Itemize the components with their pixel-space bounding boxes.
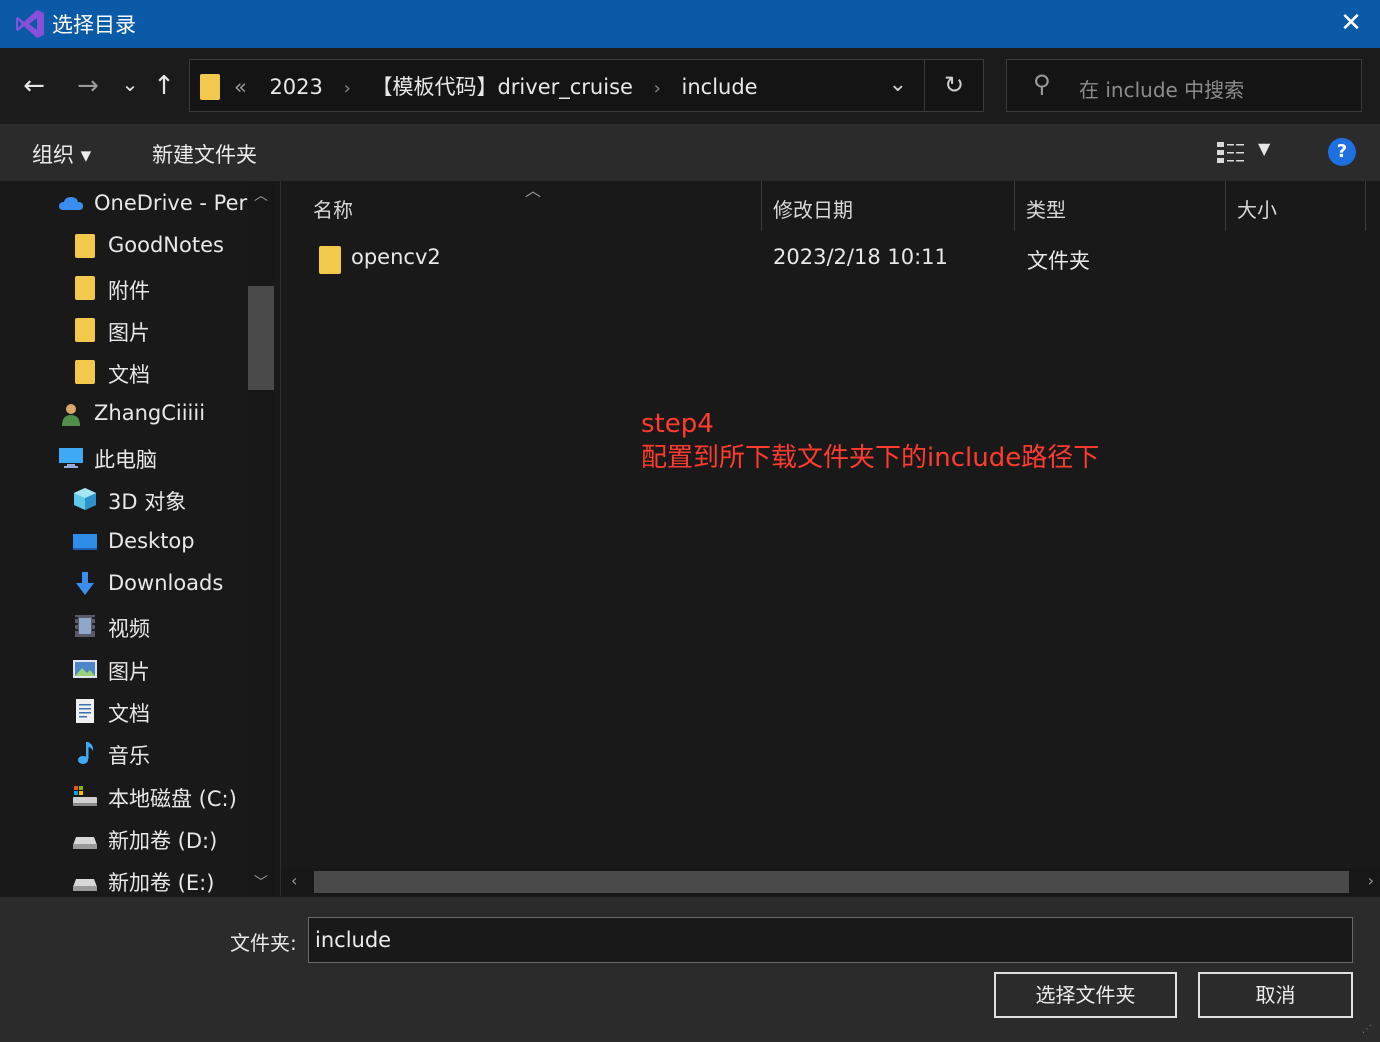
desktop-icon	[73, 534, 97, 550]
drive-icon	[73, 837, 97, 849]
folder-field-label: 文件夹:	[230, 931, 297, 955]
title-bar: 选择目录 ✕	[0, 0, 1380, 48]
folder-icon	[72, 317, 98, 343]
search-placeholder[interactable]: 在 include 中搜索	[1079, 74, 1244, 103]
column-header-size[interactable]: 大小	[1225, 181, 1365, 231]
column-divider[interactable]	[1365, 181, 1366, 231]
help-icon[interactable]: ?	[1328, 138, 1356, 166]
folder-name-input[interactable]	[308, 917, 1353, 963]
resize-grip-icon[interactable]: ⋰	[1362, 1024, 1376, 1038]
view-options-icon[interactable]	[1216, 139, 1246, 165]
breadcrumb-overflow[interactable]: «	[234, 75, 247, 99]
cloud-icon	[59, 197, 83, 210]
scroll-right-icon[interactable]: ›	[1368, 871, 1374, 890]
breadcrumb-item[interactable]: 2023	[269, 75, 322, 99]
annotation-instruction: 配置到所下载文件夹下的include路径下	[641, 443, 1100, 473]
refresh-icon[interactable]: ↻	[924, 60, 983, 111]
folder-icon	[72, 359, 98, 385]
folder-icon	[200, 74, 220, 100]
navigation-bar: ← → ⌄ ↑ « › 2023 › 【模板代码】driver_cruise ›…	[0, 48, 1380, 125]
address-dropdown-icon[interactable]: ⌄	[889, 72, 907, 97]
scrollbar-thumb[interactable]	[314, 871, 1349, 893]
dialog-footer: 文件夹: 选择文件夹 取消 ⋰	[0, 897, 1380, 1042]
folder-icon	[72, 275, 98, 301]
scroll-left-icon[interactable]: ‹	[291, 871, 297, 890]
breadcrumb-item[interactable]: 【模板代码】driver_cruise	[371, 71, 632, 101]
folder-icon	[72, 233, 98, 259]
visual-studio-icon	[16, 10, 44, 38]
forward-arrow-icon[interactable]: →	[72, 70, 104, 102]
music-icon	[78, 742, 94, 764]
scroll-down-icon[interactable]: ﹀	[254, 872, 268, 892]
address-bar[interactable]: « › 2023 › 【模板代码】driver_cruise › include…	[189, 59, 984, 112]
cancel-button[interactable]: 取消	[1198, 972, 1353, 1018]
select-folder-button[interactable]: 选择文件夹	[994, 972, 1177, 1018]
system-drive-icon	[73, 786, 97, 806]
file-type: 文件夹	[1027, 249, 1090, 273]
command-bar: 组织 ▾ 新建文件夹 ▼ ?	[0, 125, 1380, 181]
recent-locations-chevron-icon[interactable]: ⌄	[114, 68, 146, 100]
organize-menu-button[interactable]: 组织 ▾	[32, 139, 91, 169]
annotation-step-label: step4	[641, 409, 714, 439]
file-row[interactable]: opencv2 2023/2/18 10:11 文件夹	[313, 243, 1373, 279]
horizontal-scrollbar[interactable]: ‹ ›	[281, 868, 1380, 896]
back-arrow-icon[interactable]: ←	[18, 70, 50, 102]
download-icon	[76, 572, 94, 595]
navigation-pane: OneDrive - Per GoodNotes 附件 图片 文档 ZhangC…	[0, 181, 281, 896]
column-header-name[interactable]: 名称	[301, 181, 761, 231]
close-icon[interactable]: ✕	[1334, 6, 1368, 40]
scroll-up-icon[interactable]: ︿	[254, 185, 268, 205]
file-name: opencv2	[351, 245, 441, 269]
video-icon	[75, 615, 95, 637]
cube-icon	[74, 488, 96, 510]
file-list: ︿ 名称 修改日期 类型 大小 opencv2 2023/2/18 10:11 …	[281, 181, 1380, 896]
view-dropdown-icon[interactable]: ▼	[1258, 139, 1270, 158]
document-icon	[76, 699, 94, 723]
breadcrumb: « › 2023 › 【模板代码】driver_cruise › include	[234, 71, 758, 101]
folder-icon	[319, 246, 341, 274]
column-header-type[interactable]: 类型	[1014, 181, 1225, 231]
breadcrumb-separator-icon[interactable]: ›	[654, 78, 661, 99]
window-title: 选择目录	[52, 13, 136, 37]
up-arrow-icon[interactable]: ↑	[148, 70, 180, 102]
new-folder-button[interactable]: 新建文件夹	[152, 139, 257, 169]
search-box[interactable]: ⚲ 在 include 中搜索	[1006, 59, 1362, 112]
drive-icon	[73, 879, 97, 891]
step-annotation: step4 配置到所下载文件夹下的include路径下	[641, 407, 1099, 475]
user-icon	[62, 404, 80, 426]
column-header-modified[interactable]: 修改日期	[761, 181, 1014, 231]
breadcrumb-separator-icon[interactable]: ›	[344, 78, 351, 99]
pictures-icon	[73, 660, 97, 678]
sidebar-scrollbar[interactable]: ︿ ﹀	[248, 181, 274, 896]
file-modified: 2023/2/18 10:11	[773, 245, 948, 269]
search-icon: ⚲	[1033, 70, 1051, 98]
scrollbar-thumb[interactable]	[248, 286, 274, 390]
computer-icon	[59, 448, 83, 468]
breadcrumb-item[interactable]: include	[682, 75, 758, 99]
